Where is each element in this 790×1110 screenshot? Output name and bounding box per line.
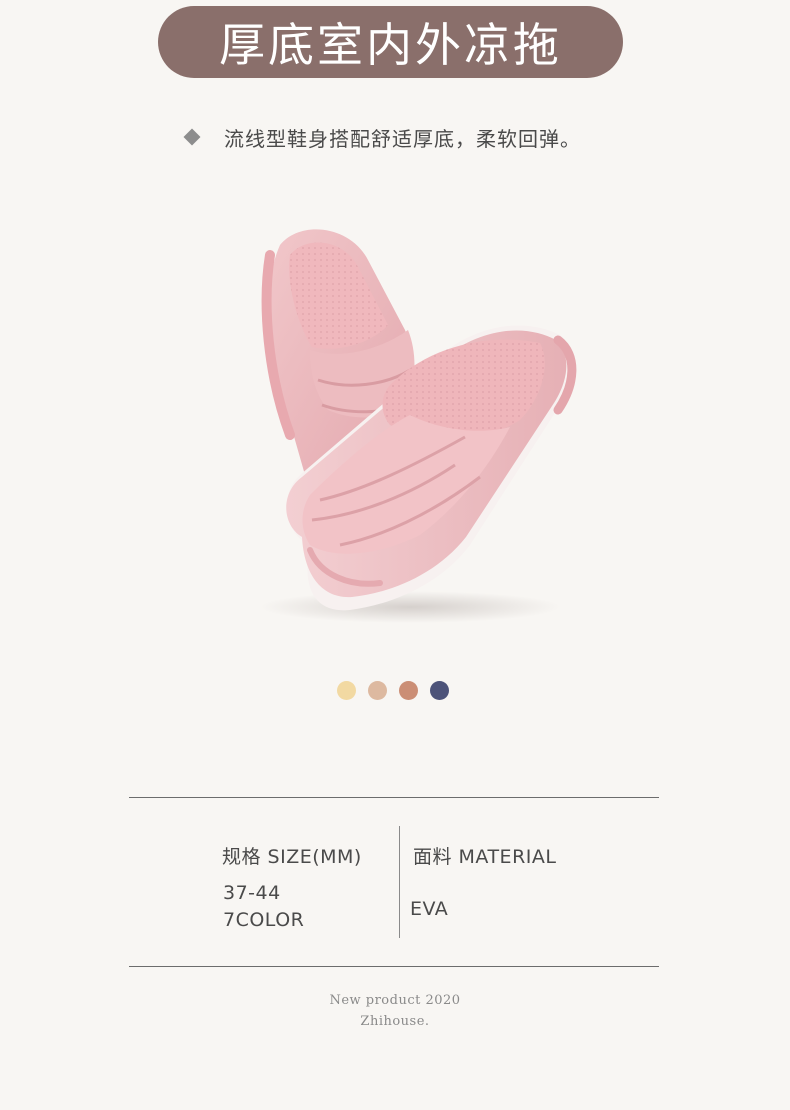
swatch-terracotta[interactable] (399, 681, 418, 700)
page-title: 厚底室内外凉拖 (219, 18, 562, 72)
swatch-beige[interactable] (368, 681, 387, 700)
title-banner: 厚底室内外凉拖 (158, 6, 623, 78)
tagline: 流线型鞋身搭配舒适厚底，柔软回弹。 (182, 122, 581, 152)
footer-line2: Zhihouse. (360, 1014, 430, 1029)
footer: New product 2020 Zhihouse. (0, 990, 790, 1032)
color-swatches (337, 681, 449, 700)
divider-vertical (399, 826, 400, 938)
swatch-navy[interactable] (430, 681, 449, 700)
swatch-yellow[interactable] (337, 681, 356, 700)
tagline-text: 流线型鞋身搭配舒适厚底，柔软回弹。 (224, 126, 581, 151)
size-range: 37-44 (223, 882, 281, 904)
diamond-icon (183, 128, 201, 146)
material-label: 面料 MATERIAL (413, 846, 557, 868)
divider-top (129, 797, 659, 798)
shadow-shape (260, 591, 560, 623)
color-count: 7COLOR (223, 909, 305, 931)
material-value: EVA (410, 898, 449, 920)
divider-bottom (129, 966, 659, 967)
footer-line1: New product 2020 (329, 993, 461, 1008)
size-label: 规格 SIZE(MM) (222, 846, 362, 868)
product-image (260, 229, 577, 623)
